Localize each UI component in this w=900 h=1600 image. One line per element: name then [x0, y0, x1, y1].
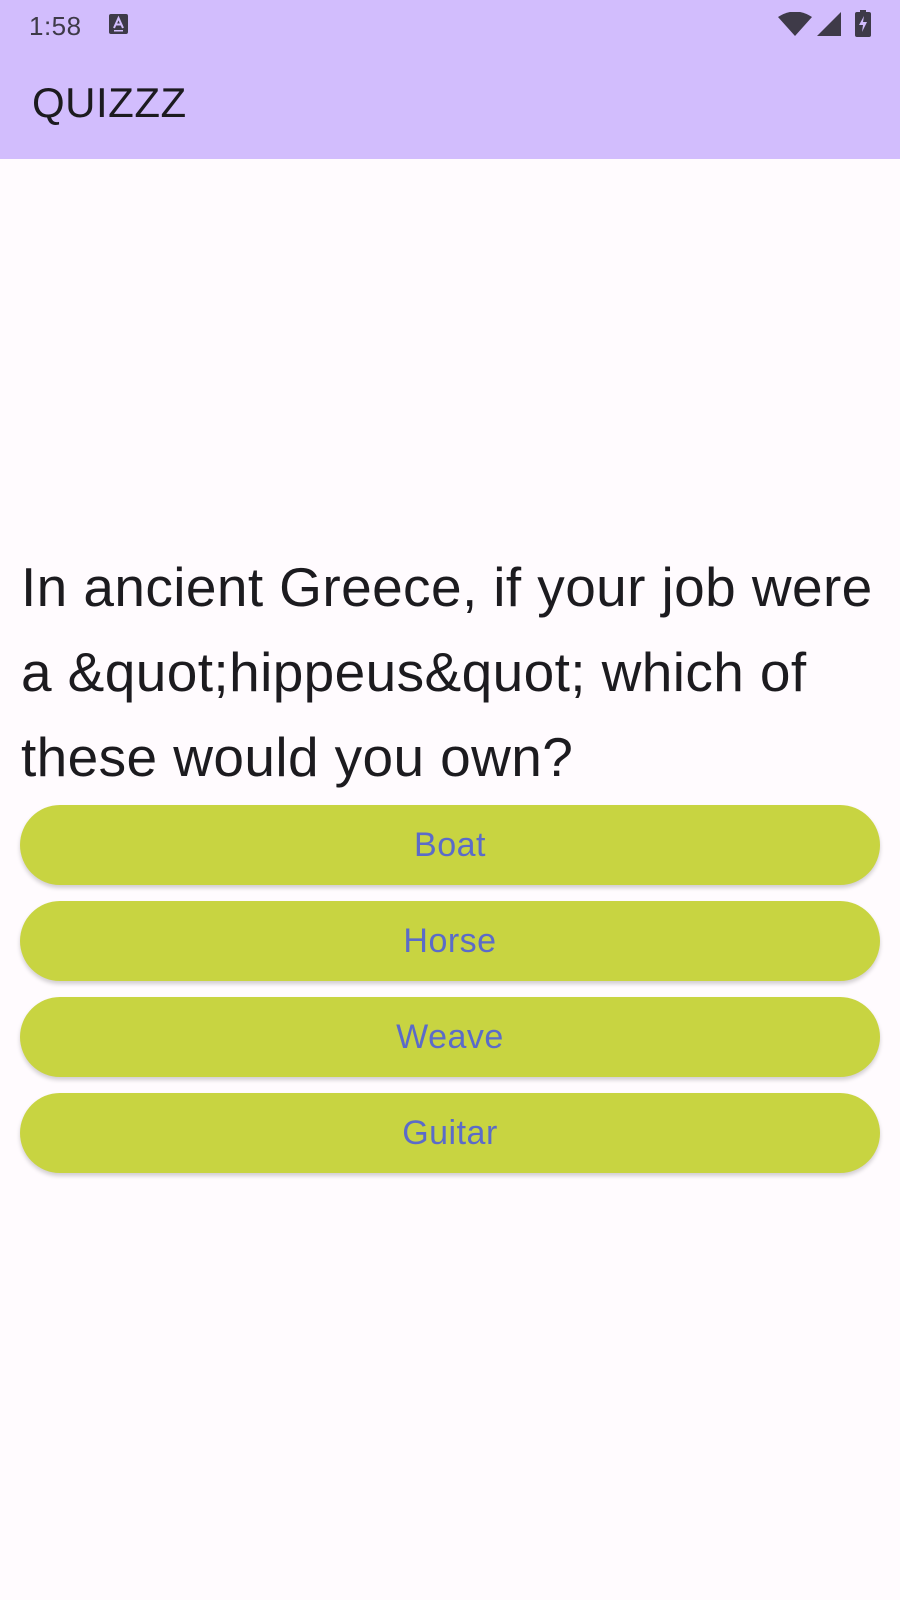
app-title: QUIZZZ — [32, 79, 187, 126]
answer-button-weave[interactable]: Weave — [20, 997, 880, 1077]
answer-button-guitar[interactable]: Guitar — [20, 1093, 880, 1173]
answer-list: Boat Horse Weave Guitar — [20, 805, 880, 1189]
wifi-icon — [778, 12, 812, 36]
status-bar: 1:58 — [0, 0, 900, 52]
cellular-signal-icon — [817, 12, 841, 36]
app-bar: QUIZZZ — [0, 52, 900, 159]
status-time: 1:58 — [29, 11, 82, 41]
answer-button-horse[interactable]: Horse — [20, 901, 880, 981]
answer-button-boat[interactable]: Boat — [20, 805, 880, 885]
question-text: In ancient Greece, if your job were a &q… — [21, 556, 873, 788]
battery-charging-icon — [855, 10, 871, 37]
notification-a-icon — [109, 14, 128, 34]
